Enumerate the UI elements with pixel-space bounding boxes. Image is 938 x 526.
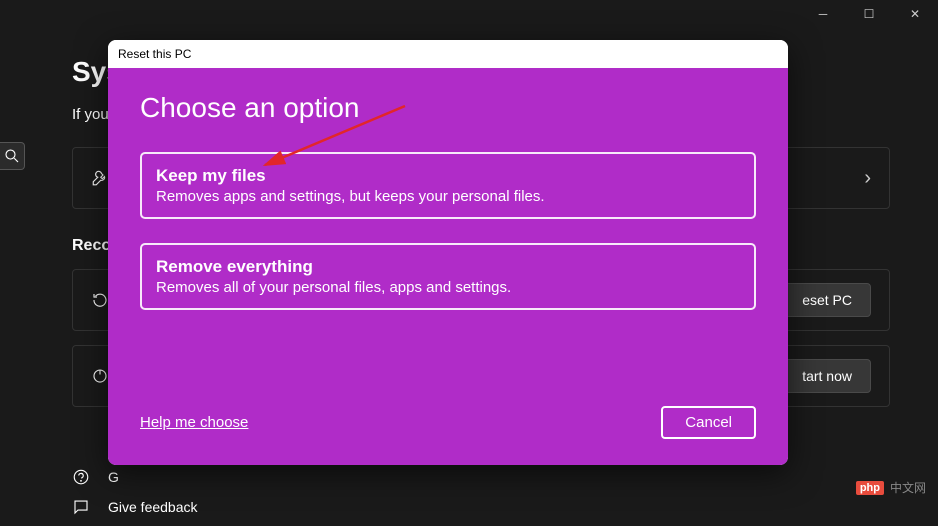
power-gear-icon bbox=[91, 367, 109, 385]
help-me-choose-link[interactable]: Help me choose bbox=[140, 414, 248, 431]
search-button[interactable] bbox=[0, 142, 25, 170]
give-feedback-label: Give feedback bbox=[108, 499, 198, 515]
minimize-button[interactable]: ─ bbox=[800, 0, 846, 28]
reset-icon bbox=[91, 291, 109, 309]
dialog-titlebar: Reset this PC bbox=[108, 40, 788, 68]
watermark: php 中文网 bbox=[856, 479, 926, 496]
dialog-heading: Choose an option bbox=[140, 92, 756, 124]
option-keep-my-files[interactable]: Keep my files Removes apps and settings,… bbox=[140, 152, 756, 219]
window-controls: ─ ☐ ✕ bbox=[800, 0, 938, 28]
get-help-label: G bbox=[108, 469, 119, 485]
chevron-right-icon: › bbox=[864, 167, 871, 190]
option-description: Removes all of your personal files, apps… bbox=[156, 279, 740, 296]
option-title: Remove everything bbox=[156, 257, 740, 277]
close-button[interactable]: ✕ bbox=[892, 0, 938, 28]
feedback-icon bbox=[72, 498, 90, 516]
maximize-button[interactable]: ☐ bbox=[846, 0, 892, 28]
option-title: Keep my files bbox=[156, 166, 740, 186]
wrench-icon bbox=[91, 169, 109, 187]
reset-pc-dialog: Reset this PC Choose an option Keep my f… bbox=[108, 40, 788, 465]
option-description: Removes apps and settings, but keeps you… bbox=[156, 188, 740, 205]
help-icon bbox=[72, 468, 90, 486]
reset-pc-button[interactable]: eset PC bbox=[783, 283, 871, 317]
restart-now-button[interactable]: tart now bbox=[783, 359, 871, 393]
watermark-logo: php bbox=[856, 481, 884, 495]
search-icon bbox=[3, 147, 21, 165]
give-feedback-row[interactable]: Give feedback bbox=[72, 498, 198, 516]
option-remove-everything[interactable]: Remove everything Removes all of your pe… bbox=[140, 243, 756, 310]
get-help-row[interactable]: G bbox=[72, 468, 119, 486]
watermark-text: 中文网 bbox=[890, 479, 926, 496]
cancel-button[interactable]: Cancel bbox=[661, 406, 756, 439]
